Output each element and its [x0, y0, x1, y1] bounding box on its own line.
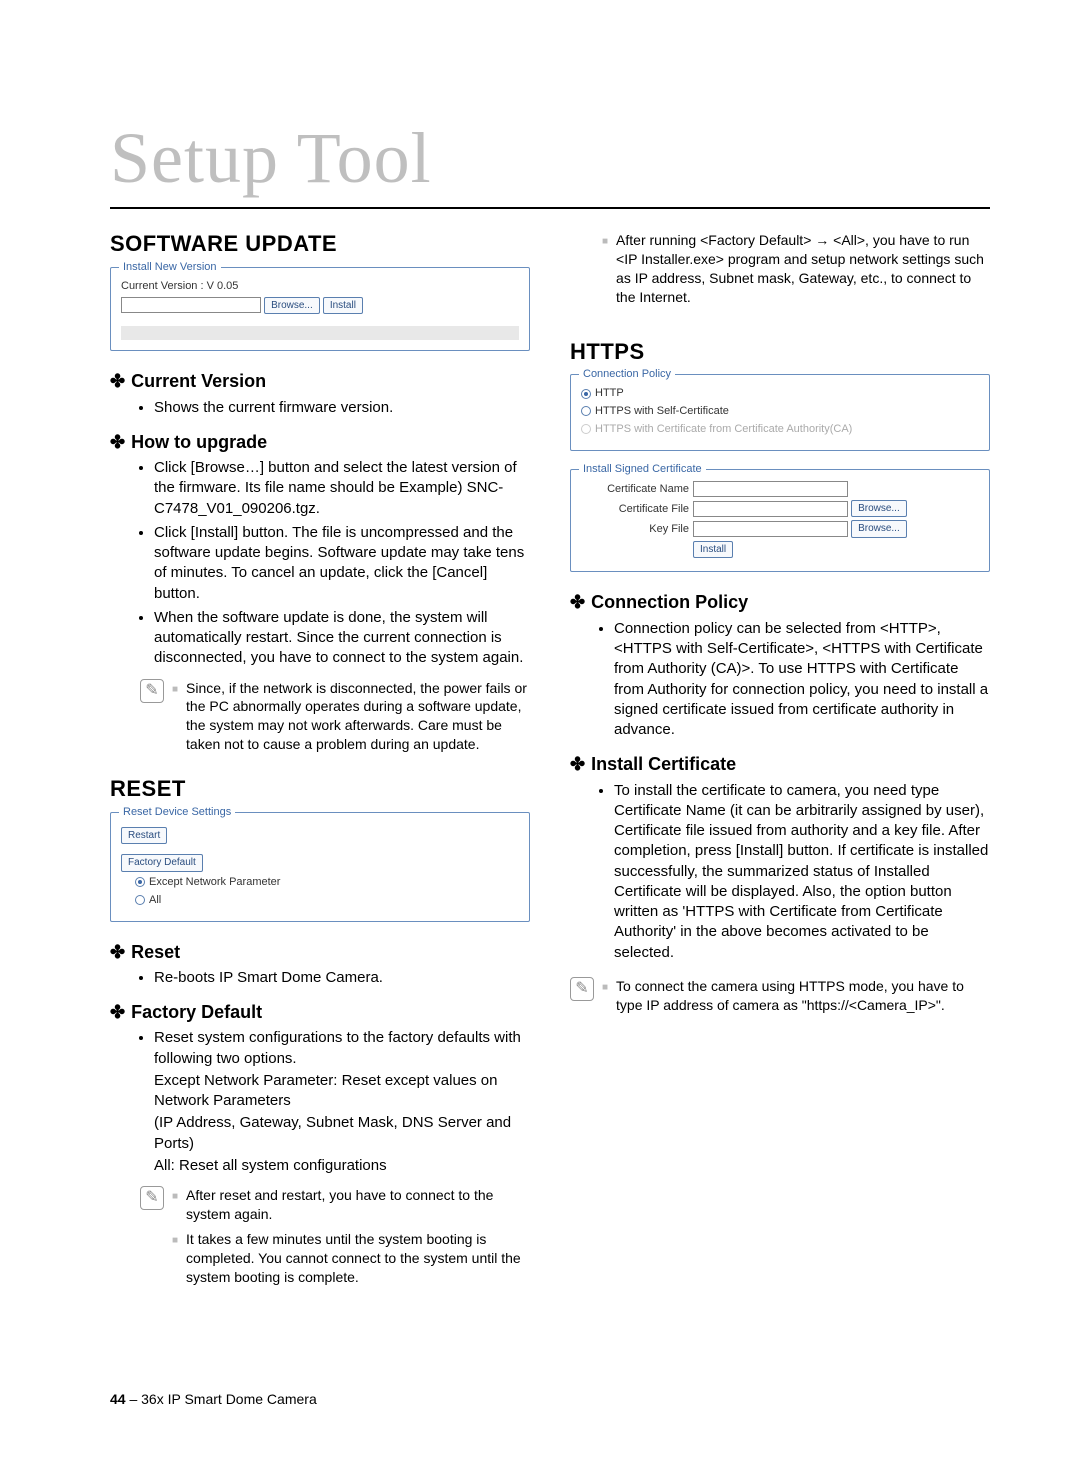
footer-label: – 36x IP Smart Dome Camera	[126, 1391, 317, 1407]
except-network-radio[interactable]	[135, 877, 145, 887]
list-item: Reset system configurations to the facto…	[154, 1028, 530, 1069]
list-item: Click [Browse…] button and select the la…	[154, 458, 530, 519]
http-label: HTTP	[595, 387, 624, 399]
install-signed-certificate-panel: Install Signed Certificate Certificate N…	[570, 469, 990, 573]
left-column: SOFTWARE UPDATE Install New Version Curr…	[110, 215, 530, 1292]
current-version-label: Current Version : V 0.05	[121, 279, 519, 294]
key-file-input[interactable]	[693, 521, 848, 537]
https-note: To connect the camera using HTTPS mode, …	[616, 977, 990, 1015]
cert-file-browse-button[interactable]: Browse...	[851, 500, 907, 518]
install-certificate-subhead: Install Certificate	[570, 752, 990, 776]
https-self-radio[interactable]	[581, 406, 591, 416]
restart-button[interactable]: Restart	[121, 827, 167, 845]
list-item: When the software update is done, the sy…	[154, 608, 530, 669]
software-update-note: Since, if the network is disconnected, t…	[186, 679, 530, 755]
firmware-path-input[interactable]	[121, 297, 261, 313]
note-icon: ✎	[140, 679, 164, 703]
reset-heading: RESET	[110, 774, 530, 804]
https-ca-radio	[581, 424, 591, 434]
cert-name-label: Certificate Name	[581, 482, 689, 497]
install-button[interactable]: Install	[323, 297, 363, 315]
factory-default-button[interactable]: Factory Default	[121, 854, 203, 872]
cert-file-input[interactable]	[693, 501, 848, 517]
reset-device-settings-panel: Reset Device Settings Restart Factory De…	[110, 812, 530, 922]
progress-bar	[121, 326, 519, 340]
how-to-upgrade-subhead: How to upgrade	[110, 430, 530, 454]
install-new-version-panel: Install New Version Current Version : V …	[110, 267, 530, 351]
right-column: After running <Factory Default> → <All>,…	[570, 215, 990, 1292]
install-certificate-text: To install the certificate to camera, yo…	[614, 781, 990, 963]
note-icon: ✎	[570, 977, 594, 1001]
page-number: 44	[110, 1391, 126, 1407]
factory-default-subhead: Factory Default	[110, 1000, 530, 1024]
current-version-subhead: Current Version	[110, 369, 530, 393]
reset-subhead: Reset	[110, 940, 530, 964]
panel-legend: Reset Device Settings	[119, 805, 235, 820]
list-item: Click [Install] button. The file is unco…	[154, 523, 530, 604]
http-radio[interactable]	[581, 389, 591, 399]
browse-button[interactable]: Browse...	[264, 297, 320, 315]
connection-policy-panel: Connection Policy HTTP HTTPS with Self-C…	[570, 374, 990, 451]
page-title: Setup Tool	[110, 110, 990, 209]
current-version-text: Shows the current firmware version.	[154, 398, 530, 418]
panel-legend: Install New Version	[119, 260, 221, 275]
panel-legend: Connection Policy	[579, 367, 675, 382]
https-heading: HTTPS	[570, 337, 990, 367]
except-network-label: Except Network Parameter	[149, 876, 280, 888]
https-self-label: HTTPS with Self-Certificate	[595, 405, 729, 417]
factory-note1: After reset and restart, you have to con…	[186, 1186, 530, 1224]
factory-cont2: (IP Address, Gateway, Subnet Mask, DNS S…	[154, 1113, 530, 1154]
reset-text: Re-boots IP Smart Dome Camera.	[154, 968, 530, 988]
connection-policy-subhead: Connection Policy	[570, 590, 990, 614]
https-ca-label: HTTPS with Certificate from Certificate …	[595, 423, 852, 435]
connection-policy-text: Connection policy can be selected from <…	[614, 619, 990, 741]
cert-file-label: Certificate File	[581, 502, 689, 517]
factory-note2: It takes a few minutes until the system …	[186, 1230, 530, 1287]
right-top-note: After running <Factory Default> → <All>,…	[616, 231, 990, 307]
key-file-label: Key File	[581, 522, 689, 537]
cert-install-button[interactable]: Install	[693, 541, 733, 559]
all-radio[interactable]	[135, 895, 145, 905]
page-footer: 44 – 36x IP Smart Dome Camera	[110, 1390, 317, 1409]
software-update-heading: SOFTWARE UPDATE	[110, 229, 530, 259]
panel-legend: Install Signed Certificate	[579, 462, 706, 477]
all-label: All	[149, 894, 161, 906]
factory-cont3: All: Reset all system configurations	[154, 1156, 530, 1176]
factory-cont1: Except Network Parameter: Reset except v…	[154, 1071, 530, 1112]
cert-name-input[interactable]	[693, 481, 848, 497]
note-icon: ✎	[140, 1186, 164, 1210]
key-file-browse-button[interactable]: Browse...	[851, 520, 907, 538]
